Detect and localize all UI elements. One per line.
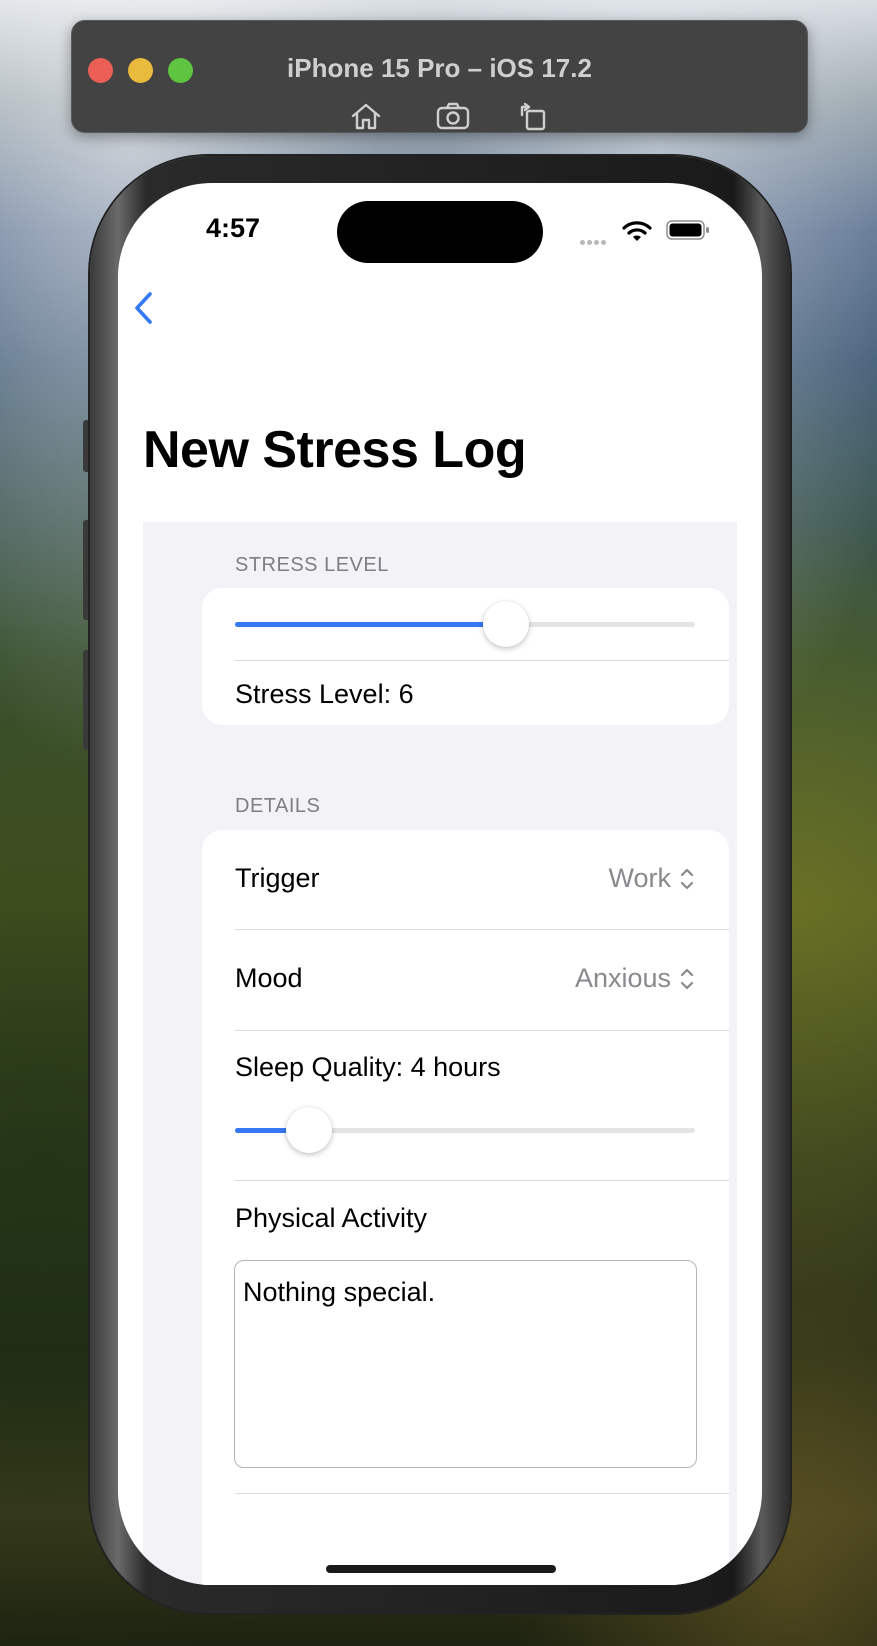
chevron-up-down-icon [680,868,694,889]
phone-screen: 4:57 New Stress Log STRESS LEVEL Stress … [118,183,762,1585]
row-divider [235,1030,729,1031]
trigger-picker[interactable]: Work [608,863,695,894]
details-card: Trigger Work Mood Anxious Sleep Quality:… [202,830,729,1585]
mood-picker[interactable]: Anxious [575,963,695,994]
form: STRESS LEVEL Stress Level: 6 DETAILS Tri… [143,522,737,1585]
slider-thumb[interactable] [483,601,530,647]
sleep-quality-slider[interactable] [235,1107,695,1153]
mood-value: Anxious [574,963,671,993]
row-divider [235,929,729,930]
page-title: New Stress Log [143,421,527,479]
dynamic-island [337,201,543,263]
screenshot-icon[interactable] [435,99,471,133]
row-divider [235,1180,729,1181]
rotate-icon[interactable] [514,99,550,133]
chevron-up-down-icon [680,968,694,989]
slider-thumb[interactable] [285,1107,332,1153]
stress-level-slider[interactable] [235,601,695,647]
details-section-header: DETAILS [235,795,321,817]
stress-level-value: Stress Level: 6 [235,679,414,709]
home-indicator[interactable] [326,1565,556,1573]
chevron-left-icon [135,292,152,324]
battery-icon [666,219,710,241]
simulator-title: iPhone 15 Pro – iOS 17.2 [287,53,592,83]
stress-card: Stress Level: 6 [202,588,729,725]
sleep-quality-label: Sleep Quality: 4 hours [235,1052,501,1082]
back-button[interactable] [130,289,160,329]
physical-activity-label: Physical Activity [235,1203,428,1233]
cellular-signal-icon [580,232,608,250]
row-divider [235,660,729,661]
status-time: 4:57 [206,213,261,243]
trigger-value: Work [608,863,671,893]
physical-activity-text-editor[interactable]: Nothing special. [234,1260,697,1468]
row-divider [235,1493,729,1494]
simulator-toolbar: iPhone 15 Pro – iOS 17.2 [71,20,808,133]
mood-label: Mood [235,963,303,993]
home-icon[interactable] [348,99,384,133]
trigger-label: Trigger [235,863,320,893]
slider-fill [235,622,507,627]
stress-section-header: STRESS LEVEL [235,554,389,576]
wifi-icon [622,219,652,243]
